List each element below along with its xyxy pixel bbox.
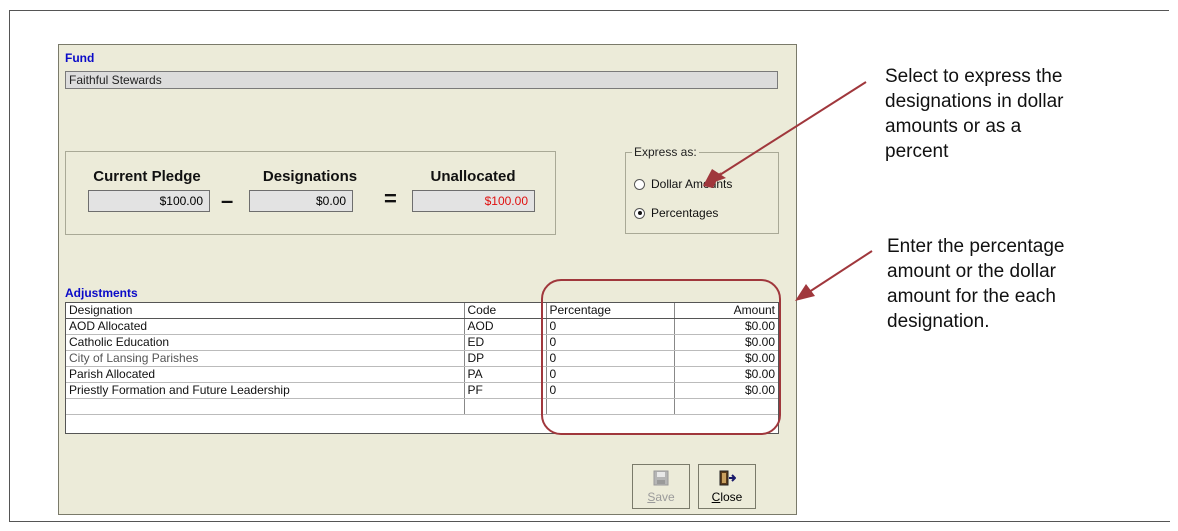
callout-arrow-bottom-head: [795, 284, 815, 301]
callout-bottom-line: amount or the dollar: [887, 261, 1056, 282]
callout-text-top: Select to express the designations in do…: [885, 64, 1064, 164]
callout-bottom-line: amount for the each: [887, 286, 1056, 307]
callout-arrow-top-line: [714, 81, 867, 179]
callout-bottom-line: designation.: [887, 311, 990, 332]
callout-top-line: Select to express the: [885, 66, 1063, 87]
callout-top-line: amounts or as a: [885, 116, 1022, 137]
callout-bottom-line: Enter the percentage: [887, 236, 1065, 257]
callout-arrow-bottom-line: [805, 250, 873, 295]
callout-top-line: percent: [885, 141, 949, 162]
callout-text-bottom: Enter the percentage amount or the dolla…: [887, 234, 1064, 334]
callout-top-line: designations in dollar: [885, 91, 1064, 112]
